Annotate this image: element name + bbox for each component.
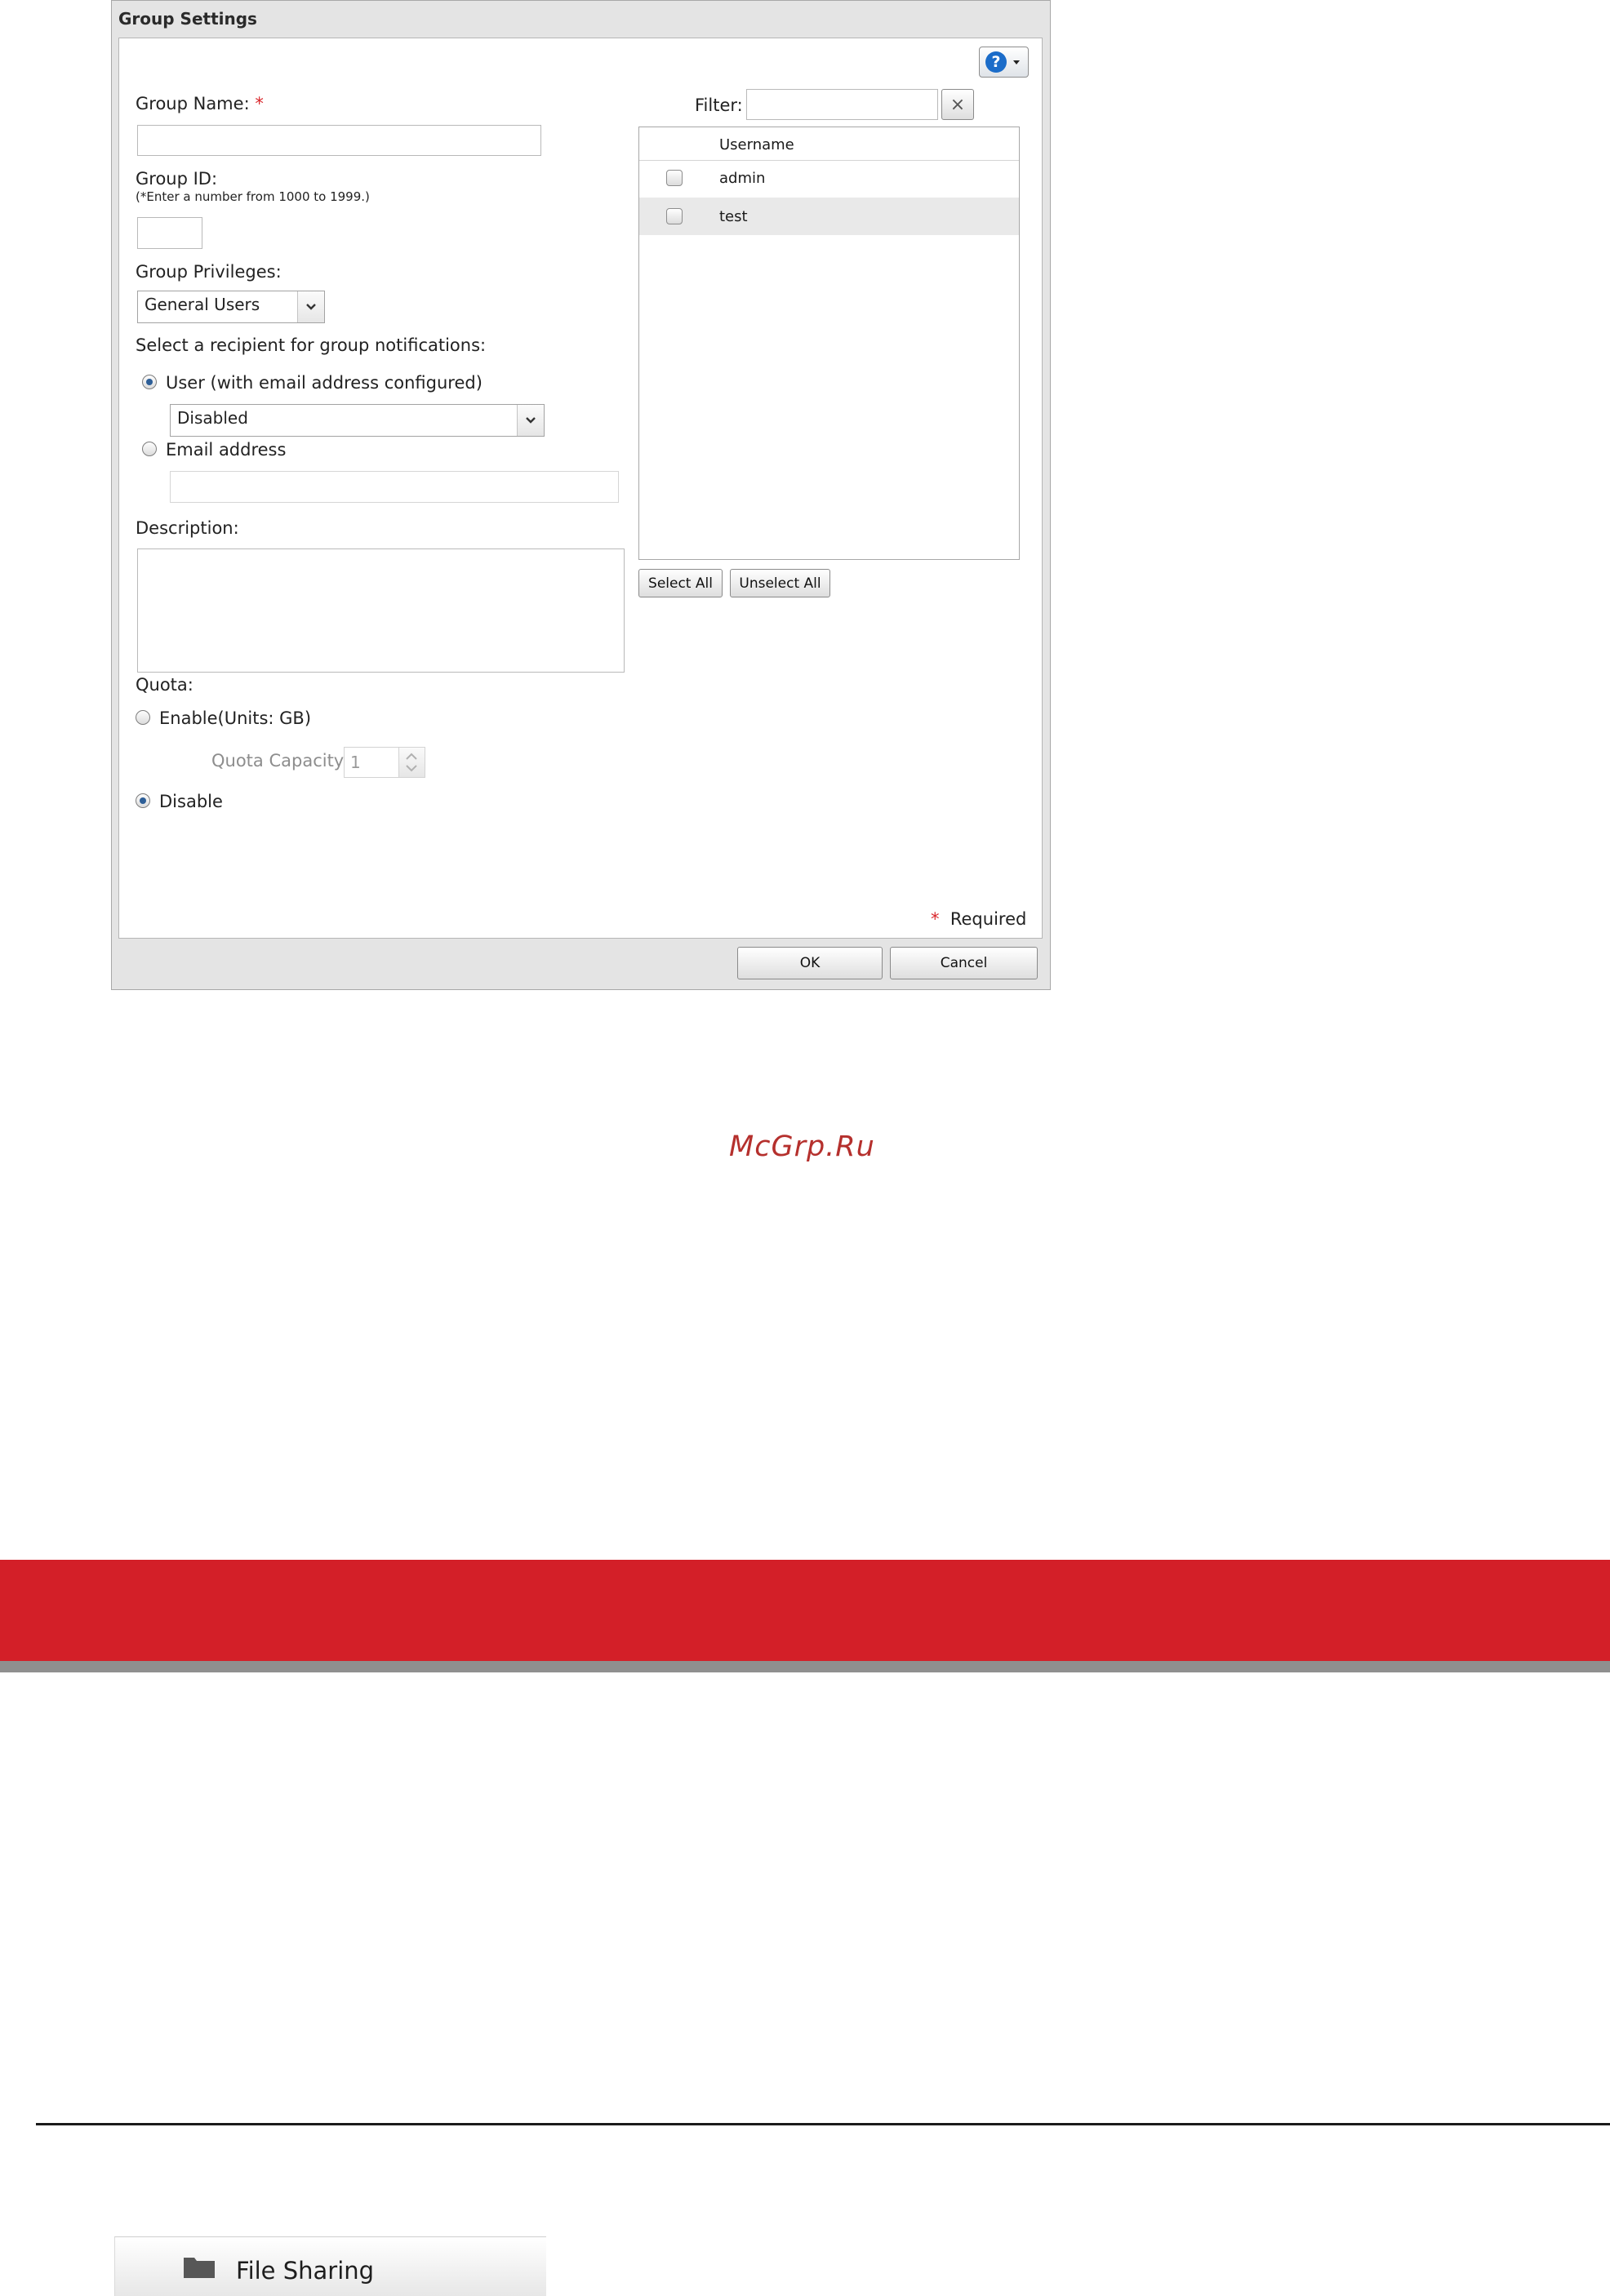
user-list-header: Username [639,127,1019,161]
radio-email-label: Email address [166,440,287,460]
description-textarea[interactable] [137,548,625,673]
group-id-input[interactable] [137,217,202,249]
close-icon: × [950,94,966,115]
user-list: Username admin test [638,127,1020,560]
group-name-label: Group Name: * [136,94,264,113]
group-id-label: Group ID: [136,169,218,189]
dialog-title: Group Settings [118,9,257,29]
description-label: Description: [136,518,239,538]
required-asterisk: * [255,94,264,113]
quota-capacity-spinner[interactable]: 1 [344,747,425,778]
column-header-username: Username [719,136,794,153]
watermark-text: McGrp.Ru [729,1130,875,1163]
radio-quota-enable[interactable] [136,710,150,725]
section-header-band [0,1560,1610,1661]
list-item[interactable]: admin [639,160,1019,198]
radio-user[interactable] [142,375,157,389]
nav-item-file-sharing[interactable]: File Sharing [114,2236,546,2296]
filter-input[interactable] [746,89,938,120]
chevron-down-icon [297,291,324,322]
row-checkbox[interactable] [666,170,683,186]
section-header-shadow [0,1661,1610,1672]
group-id-hint: (*Enter a number from 1000 to 1999.) [136,189,370,204]
required-asterisk: * [931,909,940,929]
group-name-input[interactable] [137,125,541,156]
radio-quota-disable[interactable] [136,793,150,808]
user-recipient-select[interactable]: Disabled [170,404,545,437]
select-all-button[interactable]: Select All [638,569,723,597]
dialog-body: ? Group Name: * Group ID: (*Enter a numb… [118,38,1043,939]
quota-capacity-value: 1 [350,753,361,772]
spinner-arrows-icon[interactable] [398,748,425,777]
help-icon: ? [985,51,1007,73]
row-checkbox[interactable] [666,208,683,224]
quota-disable-label: Disable [159,792,223,811]
group-privileges-select[interactable]: General Users [137,291,325,323]
username-cell: test [719,208,748,225]
quota-capacity-label: Quota Capacity: [211,751,349,771]
group-settings-dialog: Group Settings ? Group Name: * Group ID:… [111,0,1051,990]
quota-label: Quota: [136,675,193,695]
filter-label: Filter: [695,95,743,115]
radio-user-label: User (with email address configured) [166,373,483,393]
unselect-all-button[interactable]: Unselect All [730,569,830,597]
email-address-input[interactable] [170,471,619,503]
group-privileges-label: Group Privileges: [136,262,282,282]
list-item[interactable]: test [639,198,1019,235]
divider [36,2123,1610,2125]
filter-clear-button[interactable]: × [941,89,974,120]
cancel-button[interactable]: Cancel [890,947,1038,979]
required-note: * Required [931,909,1027,929]
help-button[interactable]: ? [979,47,1029,78]
quota-enable-label: Enable(Units: GB) [159,708,312,728]
nav-item-label: File Sharing [236,2257,375,2285]
group-privileges-value: General Users [145,295,260,314]
folder-icon [183,2254,216,2282]
radio-email[interactable] [142,442,157,456]
notification-recipient-label: Select a recipient for group notificatio… [136,335,487,355]
user-recipient-value: Disabled [177,408,248,428]
caret-down-icon [1013,60,1020,64]
username-cell: admin [719,170,766,187]
ok-button[interactable]: OK [737,947,883,979]
chevron-down-icon [517,405,544,436]
